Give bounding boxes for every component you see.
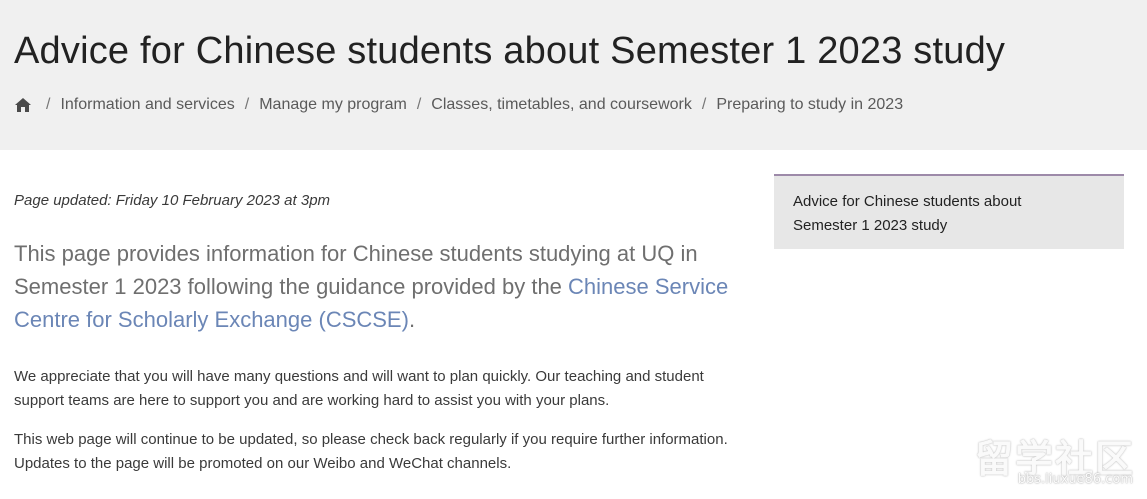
breadcrumb-separator: / xyxy=(416,96,422,113)
breadcrumb: / Information and services / Manage my p… xyxy=(14,95,903,115)
page-title: Advice for Chinese students about Semest… xyxy=(14,30,1006,72)
breadcrumb-classes-timetables-coursework[interactable]: Classes, timetables, and coursework xyxy=(431,96,692,114)
home-icon[interactable] xyxy=(14,97,32,113)
sidebar-nav-current-page[interactable]: Advice for Chinese students about Semest… xyxy=(774,174,1124,249)
breadcrumb-information-and-services[interactable]: Information and services xyxy=(60,96,234,114)
lead-text-end: . xyxy=(408,307,416,332)
watermark-url: bbs.liuxue86.com xyxy=(1017,472,1133,487)
sidebar-nav-label: Advice for Chinese students about Semest… xyxy=(793,193,1022,234)
body-paragraph: We appreciate that you will have many qu… xyxy=(14,368,704,409)
body-paragraph: This web page will continue to be update… xyxy=(14,431,728,472)
breadcrumb-separator: / xyxy=(244,96,250,113)
watermark-logo-text: 留学社区 xyxy=(974,437,1135,481)
breadcrumb-separator: / xyxy=(46,96,51,113)
breadcrumb-preparing-to-study-2023[interactable]: Preparing to study in 2023 xyxy=(716,96,903,114)
page-updated-note: Page updated: Friday 10 February 2023 at… xyxy=(14,192,331,209)
breadcrumb-manage-my-program[interactable]: Manage my program xyxy=(259,96,407,114)
page-header: Advice for Chinese students about Semest… xyxy=(0,0,1147,150)
breadcrumb-separator: / xyxy=(701,96,707,113)
lead-paragraph: This page provides information for Chine… xyxy=(14,237,734,336)
watermark: 留学社区 bbs.liuxue86.com xyxy=(974,428,1141,494)
